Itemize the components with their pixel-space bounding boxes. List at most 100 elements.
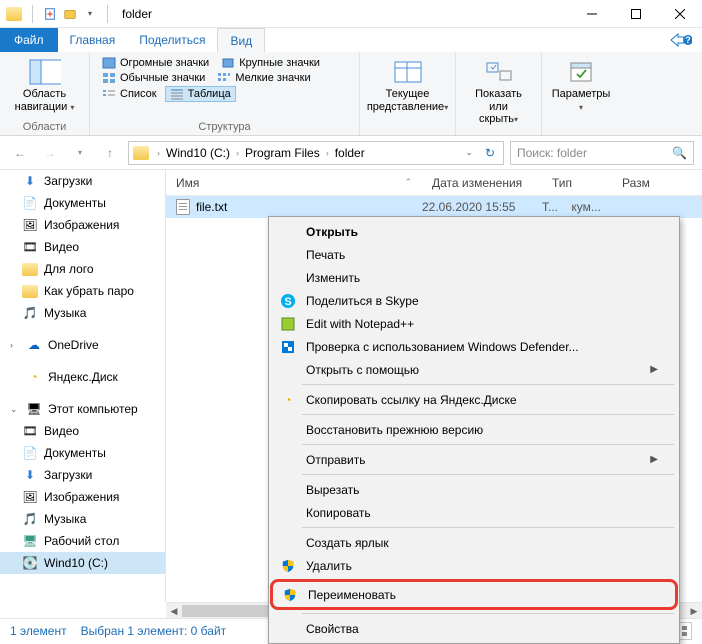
nav-logo-folder[interactable]: Для лого xyxy=(0,258,165,280)
recent-button[interactable]: ▾ xyxy=(68,141,92,165)
col-type: Тип xyxy=(542,176,612,190)
nav-onedrive[interactable]: ›☁OneDrive xyxy=(0,334,165,356)
layout-large[interactable]: Крупные значки xyxy=(217,56,324,70)
notepadpp-icon xyxy=(280,316,296,332)
ctx-open-with[interactable]: Открыть с помощью▶ xyxy=(272,358,676,381)
ctx-defender[interactable]: Проверка с использованием Windows Defend… xyxy=(272,335,676,358)
ctx-restore[interactable]: Восстановить прежнюю версию xyxy=(272,418,676,441)
nav-howto-folder[interactable]: Как убрать паро xyxy=(0,280,165,302)
crumb-drive[interactable]: Wind10 (C:) xyxy=(164,146,232,160)
music-icon: 🎵 xyxy=(22,305,38,321)
sort-asc-icon[interactable]: ⌃ xyxy=(404,177,412,188)
address-folder-icon xyxy=(133,146,149,160)
chevron-right-icon[interactable]: › xyxy=(10,340,20,350)
tab-home[interactable]: Главная xyxy=(58,28,128,52)
ctx-edit[interactable]: Изменить xyxy=(272,266,676,289)
address-dropdown-icon[interactable]: ⌄ xyxy=(459,147,479,158)
ctx-copy[interactable]: Копировать xyxy=(272,501,676,524)
layout-medium[interactable]: Обычные значки xyxy=(98,71,209,85)
separator xyxy=(302,384,674,385)
nav-pc-desktop[interactable]: 🖥Рабочий стол xyxy=(0,530,165,552)
back-button[interactable]: ← xyxy=(8,141,32,165)
ctx-open[interactable]: Открыть xyxy=(272,220,676,243)
navigation-pane-icon xyxy=(29,58,61,86)
picture-icon: 🖼 xyxy=(22,217,38,233)
onedrive-icon: ☁ xyxy=(26,337,42,353)
crumb-folder[interactable]: folder xyxy=(333,146,367,160)
tab-file[interactable]: Файл xyxy=(0,28,58,52)
nav-c-drive[interactable]: 💽Wind10 (C:) xyxy=(0,552,165,574)
submenu-arrow-icon: ▶ xyxy=(650,364,658,375)
ctx-create-shortcut[interactable]: Создать ярлык xyxy=(272,531,676,554)
nav-pc-documents[interactable]: 📄Документы xyxy=(0,442,165,464)
qat-dropdown-icon[interactable]: ▾ xyxy=(83,7,97,21)
current-view-button[interactable]: Текущее представление▾ xyxy=(368,56,447,115)
defender-icon xyxy=(280,339,296,355)
column-headers[interactable]: Имя⌃ Дата изменения Тип Разм xyxy=(166,170,702,196)
document-icon: 📄 xyxy=(22,195,38,211)
qat-newfolder-icon[interactable] xyxy=(63,7,77,21)
svg-text:S: S xyxy=(284,296,291,308)
file-date: 22.06.2020 15:55 xyxy=(422,200,542,214)
layout-details[interactable]: Таблица xyxy=(165,86,236,102)
folder-icon xyxy=(22,263,38,276)
tab-view[interactable]: Вид xyxy=(217,28,265,52)
tab-share[interactable]: Поделиться xyxy=(127,28,217,52)
ctx-notepadpp[interactable]: Edit with Notepad++ xyxy=(272,312,676,335)
show-hide-button[interactable]: Показать или скрыть▾ xyxy=(464,56,533,128)
maximize-button[interactable] xyxy=(614,0,658,28)
shield-icon xyxy=(282,587,298,603)
ctx-delete[interactable]: Удалить xyxy=(272,554,676,577)
layout-extra-large[interactable]: Огромные значки xyxy=(98,56,213,70)
separator xyxy=(302,527,674,528)
scroll-right-arrow[interactable]: ▶ xyxy=(686,603,702,619)
ctx-send-to[interactable]: Отправить▶ xyxy=(272,448,676,471)
nav-video[interactable]: 🎞Видео xyxy=(0,236,165,258)
file-row[interactable]: file.txt 22.06.2020 15:55 Т... кум... xyxy=(166,196,702,218)
download-icon: ⬇ xyxy=(22,467,38,483)
ctx-rename[interactable]: Переименовать xyxy=(274,583,674,606)
chevron-down-icon[interactable]: ⌄ xyxy=(10,404,20,415)
nav-documents[interactable]: 📄Документы xyxy=(0,192,165,214)
close-button[interactable] xyxy=(658,0,702,28)
layout-small[interactable]: Мелкие значки xyxy=(213,71,314,85)
navigation-pane-label: Область навигации ▾ xyxy=(15,88,75,113)
scroll-left-arrow[interactable]: ◀ xyxy=(166,603,182,619)
nav-downloads[interactable]: ⬇Загрузки xyxy=(0,170,165,192)
txt-file-icon xyxy=(176,199,190,215)
nav-yandex-disk[interactable]: ◔Яндекс.Диск xyxy=(0,366,165,388)
refresh-button[interactable]: ↻ xyxy=(481,146,499,160)
nav-pc-pictures[interactable]: 🖼Изображения xyxy=(0,486,165,508)
help-button[interactable]: ? xyxy=(660,28,702,52)
ctx-print[interactable]: Печать xyxy=(272,243,676,266)
address-bar[interactable]: › Wind10 (C:) › Program Files › folder ⌄… xyxy=(128,141,504,165)
forward-button[interactable]: → xyxy=(38,141,62,165)
ctx-yadisk-link[interactable]: ◔Скопировать ссылку на Яндекс.Диске xyxy=(272,388,676,411)
minimize-button[interactable] xyxy=(570,0,614,28)
nav-pictures[interactable]: 🖼Изображения xyxy=(0,214,165,236)
highlight-annotation: Переименовать xyxy=(270,579,678,610)
separator xyxy=(302,613,674,614)
layout-list[interactable]: Список xyxy=(98,86,161,102)
picture-icon: 🖼 xyxy=(22,489,38,505)
nav-this-pc[interactable]: ⌄🖥Этот компьютер xyxy=(0,398,165,420)
navigation-pane-button[interactable]: Область навигации ▾ xyxy=(8,56,81,115)
search-box[interactable]: Поиск: folder 🔍 xyxy=(510,141,694,165)
search-icon: 🔍 xyxy=(672,146,687,160)
nav-pc-downloads[interactable]: ⬇Загрузки xyxy=(0,464,165,486)
col-date: Дата изменения xyxy=(422,176,542,190)
ctx-properties[interactable]: Свойства xyxy=(272,617,676,640)
ctx-skype[interactable]: SПоделиться в Skype xyxy=(272,289,676,312)
nav-music[interactable]: 🎵Музыка xyxy=(0,302,165,324)
nav-pc-music[interactable]: 🎵Музыка xyxy=(0,508,165,530)
ctx-cut[interactable]: Вырезать xyxy=(272,478,676,501)
download-icon: ⬇ xyxy=(22,173,38,189)
qat-properties-icon[interactable] xyxy=(43,7,57,21)
document-icon: 📄 xyxy=(22,445,38,461)
crumb-programfiles[interactable]: Program Files xyxy=(243,146,322,160)
options-button[interactable]: Параметры ▾ xyxy=(550,56,612,115)
up-button[interactable]: ↑ xyxy=(98,141,122,165)
ribbon-tabs: Файл Главная Поделиться Вид ? xyxy=(0,28,702,52)
show-hide-icon xyxy=(483,58,515,86)
nav-pc-video[interactable]: 🎞Видео xyxy=(0,420,165,442)
